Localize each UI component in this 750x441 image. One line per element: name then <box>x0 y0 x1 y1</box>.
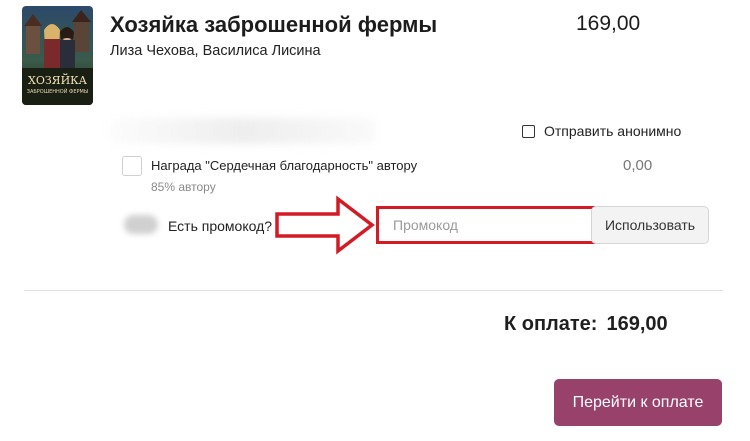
anonymous-checkbox[interactable] <box>522 124 535 138</box>
book-cover-image: ХОЗЯЙКА ЗАБРОШЕННОЙ ФЕРМЫ <box>22 6 93 105</box>
reward-author-share: 85% автору <box>151 180 216 194</box>
promo-toggle[interactable] <box>124 215 158 234</box>
book-cover[interactable]: ХОЗЯЙКА ЗАБРОШЕННОЙ ФЕРМЫ <box>22 6 93 105</box>
cover-subtitle: ЗАБРОШЕННОЙ ФЕРМЫ <box>27 88 89 95</box>
total-amount: 169,00 <box>606 313 668 335</box>
total-summary: К оплате: 169,00 <box>504 313 668 336</box>
book-title[interactable]: Хозяйка заброшенной фермы <box>110 12 437 38</box>
annotation-arrow-icon <box>275 195 375 255</box>
promo-question-label[interactable]: Есть промокод? <box>168 218 272 234</box>
book-price: 169,00 <box>576 12 641 35</box>
anonymous-option[interactable]: Отправить анонимно <box>522 123 681 139</box>
cover-title: ХОЗЯЙКА <box>28 73 88 87</box>
total-label: К оплате: <box>504 313 598 335</box>
anonymous-label[interactable]: Отправить анонимно <box>544 123 681 139</box>
reward-checkbox[interactable] <box>122 156 142 176</box>
promo-code-input[interactable] <box>376 206 595 244</box>
divider <box>24 290 723 291</box>
reward-label[interactable]: Награда "Сердечная благодарность" автору <box>151 158 417 173</box>
book-authors[interactable]: Лиза Чехова, Василиса Лисина <box>110 43 321 59</box>
reward-price: 0,00 <box>623 157 653 174</box>
blurred-area <box>110 118 375 144</box>
apply-promo-button[interactable]: Использовать <box>591 206 709 244</box>
checkout-page: ХОЗЯЙКА ЗАБРОШЕННОЙ ФЕРМЫ Хозяйка заброш… <box>0 0 750 441</box>
proceed-to-payment-button[interactable]: Перейти к оплате <box>554 379 722 426</box>
